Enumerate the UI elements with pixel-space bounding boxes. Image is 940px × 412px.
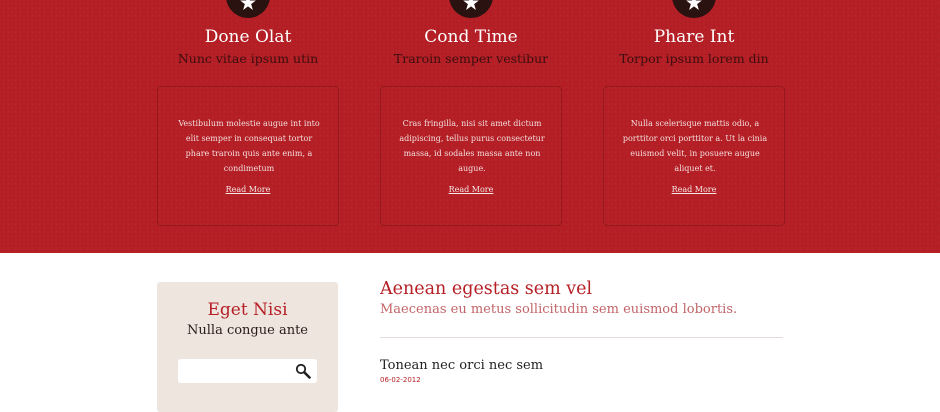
sidebar-widget: Eget Nisi Nulla congue ante	[157, 282, 338, 412]
read-more-link[interactable]: Read More	[604, 185, 784, 194]
search-box	[178, 359, 317, 383]
feature-text: Cras fringilla, nisi sit amet dictum adi…	[399, 119, 545, 173]
read-more-link[interactable]: Read More	[158, 185, 338, 194]
star-icon	[449, 0, 493, 18]
feature-subtitle: Traroin semper vestibur	[393, 51, 549, 66]
star-icon	[672, 0, 716, 18]
feature-box: Vestibulum molestie augue int into elit …	[157, 86, 339, 226]
star-icon	[226, 0, 270, 18]
feature-box: Nulla scelerisque mattis odio, a porttit…	[603, 86, 785, 226]
post-title[interactable]: Tonean nec orci nec sem	[380, 358, 543, 373]
feature-subtitle: Nunc vitae ipsum utin	[177, 51, 319, 66]
post-date: 06-02-2012	[380, 376, 421, 384]
main-subheading: Maecenas eu metus sollicitudin sem euism…	[380, 302, 738, 317]
main-heading: Aenean egestas sem vel	[380, 279, 593, 299]
feature-title: Cond Time	[424, 27, 518, 47]
feature-text: Vestibulum molestie augue int into elit …	[178, 119, 320, 173]
search-icon[interactable]	[293, 361, 313, 381]
sidebar-title: Eget Nisi	[207, 300, 288, 320]
divider	[380, 337, 783, 338]
sidebar-subtitle: Nulla congue ante	[187, 323, 308, 338]
read-more-link[interactable]: Read More	[381, 185, 561, 194]
feature-text: Nulla scelerisque mattis odio, a porttit…	[622, 119, 768, 173]
feature-title: Phare Int	[653, 27, 735, 47]
search-input[interactable]	[184, 362, 288, 380]
features-section: Done Olat Nunc vitae ipsum utin Vestibul…	[0, 0, 940, 253]
feature-box: Cras fringilla, nisi sit amet dictum adi…	[380, 86, 562, 226]
feature-subtitle: Torpor ipsum lorem din	[619, 51, 769, 66]
feature-title: Done Olat	[204, 27, 292, 47]
